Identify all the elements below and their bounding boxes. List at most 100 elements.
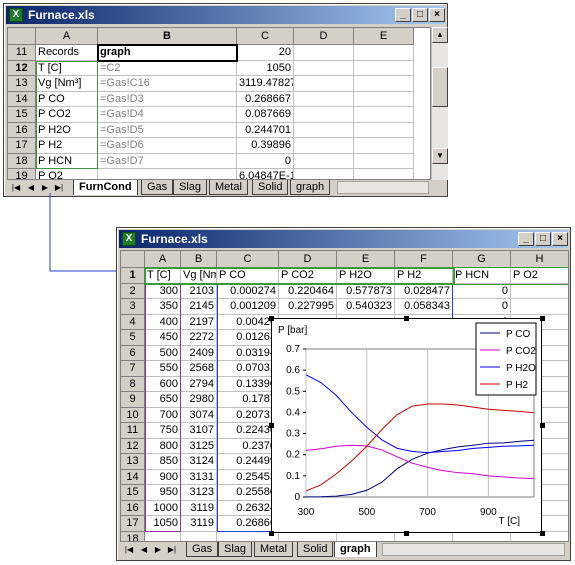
column-header[interactable]: D — [294, 28, 354, 45]
row-header[interactable]: 13 — [8, 76, 36, 92]
column-header[interactable]: D — [279, 251, 337, 268]
cell[interactable]: 3131 — [181, 469, 217, 485]
cell[interactable]: 3119 — [181, 500, 217, 516]
cell[interactable]: 0.220464 — [279, 283, 337, 299]
cell[interactable] — [354, 138, 414, 154]
cell[interactable] — [294, 76, 354, 92]
row-header[interactable]: 12 — [8, 60, 36, 76]
header-cell[interactable]: P O2 — [511, 268, 568, 284]
cell[interactable]: 900 — [145, 469, 181, 485]
cell[interactable]: 2568 — [181, 361, 217, 377]
cell[interactable] — [294, 107, 354, 123]
column-header[interactable]: C — [237, 28, 294, 45]
cell[interactable]: 350 — [145, 299, 181, 315]
window-1-titlebar[interactable]: X Furnace.xls _ □ × — [6, 6, 445, 24]
cell[interactable]: 0.227995 — [279, 299, 337, 315]
tab-metal[interactable]: Metal — [209, 180, 248, 195]
cell[interactable]: T [C] — [36, 60, 98, 76]
chart-object[interactable]: 300 500 700 900 0 0.1 0.2 0.3 0.4 0.5 0.6 0.7 P [bar… — [271, 318, 542, 533]
cell[interactable]: 0.26866 — [217, 516, 279, 532]
cell[interactable]: 750 — [145, 423, 181, 439]
cell[interactable] — [354, 60, 414, 76]
cell[interactable]: =Gas!D7 — [98, 153, 237, 169]
worksheet-grid-1[interactable]: A B C D E 11 Records graph 20 12 T [C] =C2 1050 13 Vg … — [7, 27, 431, 180]
cell[interactable]: graph — [98, 45, 237, 61]
tab-solid[interactable]: Solid — [252, 180, 289, 195]
cell[interactable]: 1000 — [145, 500, 181, 516]
row-header[interactable]: 5 — [121, 330, 145, 346]
chart-handle-br[interactable] — [540, 531, 545, 536]
cell[interactable] — [294, 91, 354, 107]
row-header[interactable]: 1 — [121, 268, 145, 284]
column-header[interactable]: A — [36, 28, 98, 45]
cell[interactable]: 650 — [145, 392, 181, 408]
prev-sheet-icon[interactable]: ◀ — [25, 181, 37, 194]
row-header[interactable]: 16 — [121, 500, 145, 516]
close-button[interactable]: × — [552, 232, 568, 246]
cell[interactable] — [294, 45, 354, 61]
scroll-down-icon[interactable]: ▼ — [432, 148, 448, 164]
tab-graph[interactable]: graph — [290, 180, 331, 195]
cell[interactable]: 20 — [237, 45, 294, 61]
tab-slag[interactable]: Slag — [218, 542, 253, 557]
tab-gas[interactable]: Gas — [141, 180, 174, 195]
cell[interactable]: P H2O — [36, 122, 98, 138]
chart-handle-tm[interactable] — [404, 316, 409, 321]
cell[interactable]: 0.087669 — [237, 107, 294, 123]
tab-furncond[interactable]: FurnCond — [73, 180, 138, 195]
header-cell[interactable]: P H2 — [395, 268, 453, 284]
last-sheet-icon[interactable]: ▶| — [166, 543, 178, 556]
row-header[interactable]: 14 — [8, 91, 36, 107]
row-header[interactable]: 9 — [121, 392, 145, 408]
horizontal-scrollbar-2[interactable] — [382, 543, 565, 556]
column-header[interactable]: F — [395, 251, 453, 268]
cell[interactable]: 300 — [145, 283, 181, 299]
cell[interactable]: 2980 — [181, 392, 217, 408]
cell[interactable]: 3119 — [181, 516, 217, 532]
cell[interactable]: 0 — [453, 283, 511, 299]
row-header[interactable]: 12 — [121, 438, 145, 454]
cell[interactable] — [294, 122, 354, 138]
cell[interactable]: 2197 — [181, 314, 217, 330]
cell[interactable]: P CO2 — [36, 107, 98, 123]
chart-handle-mr[interactable] — [540, 423, 545, 428]
cell[interactable]: P CO — [36, 91, 98, 107]
cell[interactable] — [354, 107, 414, 123]
cell[interactable]: 950 — [145, 485, 181, 501]
tab-gas[interactable]: Gas — [186, 542, 219, 557]
cell[interactable]: 0.26324 — [217, 500, 279, 516]
cell[interactable]: 0.244701 — [237, 122, 294, 138]
cell[interactable]: 2272 — [181, 330, 217, 346]
cell[interactable]: 2409 — [181, 345, 217, 361]
row-header[interactable]: 6 — [121, 345, 145, 361]
row-header[interactable]: 4 — [121, 314, 145, 330]
select-all-corner[interactable] — [121, 251, 145, 268]
cell[interactable]: 3119.478275 — [237, 76, 294, 92]
maximize-button[interactable]: □ — [535, 232, 551, 246]
cell[interactable] — [354, 76, 414, 92]
header-cell[interactable]: Vg [Nm — [181, 268, 217, 284]
horizontal-scrollbar-1[interactable] — [337, 181, 429, 194]
row-header[interactable]: 17 — [8, 138, 36, 154]
cell[interactable]: 0.268667 — [237, 91, 294, 107]
cell[interactable]: 0 — [453, 299, 511, 315]
cell[interactable] — [354, 122, 414, 138]
column-header[interactable]: B — [98, 28, 237, 45]
next-sheet-icon[interactable]: ▶ — [39, 181, 51, 194]
maximize-button[interactable]: □ — [412, 8, 428, 22]
cell[interactable]: 0.2370 — [217, 438, 279, 454]
cell[interactable] — [294, 60, 354, 76]
cell[interactable]: 0.001209 — [217, 299, 279, 315]
cell[interactable]: Records — [36, 45, 98, 61]
chart-handle-ml[interactable] — [269, 423, 274, 428]
cell[interactable]: P H2 — [36, 138, 98, 154]
row-header[interactable]: 14 — [121, 469, 145, 485]
cell[interactable] — [354, 153, 414, 169]
cell[interactable]: 0.028477 — [395, 283, 453, 299]
cell[interactable]: 700 — [145, 407, 181, 423]
cell[interactable]: 0 — [237, 153, 294, 169]
cell[interactable]: 0.1787 — [217, 392, 279, 408]
vertical-scrollbar-1[interactable]: ▲ ▼ — [431, 27, 448, 180]
cell[interactable]: =C2 — [98, 60, 237, 76]
cell[interactable]: 2103 — [181, 283, 217, 299]
